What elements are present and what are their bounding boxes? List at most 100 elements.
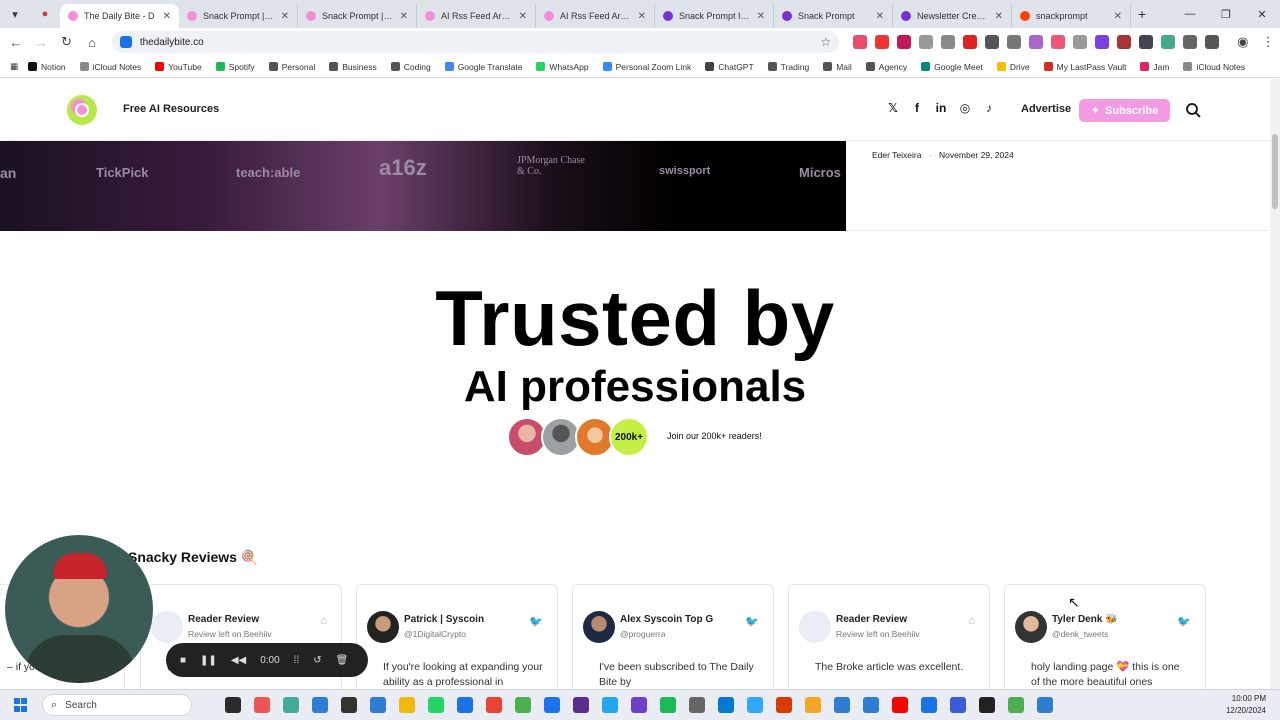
taskbar-app-icon[interactable] xyxy=(601,697,618,713)
windows-start-icon[interactable] xyxy=(14,698,28,712)
review-card[interactable]: Tyler Denk 🐝 @denk_tweets 🐦 holy landing pa… xyxy=(1004,584,1206,689)
browser-tab[interactable]: Newsletter Creation ✕ xyxy=(893,4,1012,28)
taskbar-app-icon[interactable] xyxy=(920,697,937,713)
taskbar-app-icon[interactable] xyxy=(282,697,299,713)
taskbar-search[interactable]: ⌕ Search xyxy=(42,694,192,716)
site-info-icon[interactable] xyxy=(119,36,132,48)
extension-icon[interactable] xyxy=(1073,35,1088,49)
bookmark-item[interactable]: My LastPass Vault xyxy=(1043,62,1126,72)
taskbar-app-icon[interactable] xyxy=(253,697,270,713)
back-icon[interactable]: ← xyxy=(4,30,27,54)
taskbar-app-icon[interactable] xyxy=(688,697,705,713)
browser-tab[interactable]: Snack Prompt | Disc ✕ xyxy=(179,4,298,28)
grip-icon[interactable]: ⁞⁞ xyxy=(294,655,300,666)
address-bar[interactable]: thedailybite.co ☆ xyxy=(111,31,840,53)
stop-icon[interactable]: ■ xyxy=(180,655,186,666)
extension-icon[interactable] xyxy=(1029,35,1044,49)
tab-close-icon[interactable]: ✕ xyxy=(1114,11,1122,22)
tab-close-icon[interactable]: ✕ xyxy=(638,11,646,22)
taskbar-app-icon[interactable] xyxy=(340,697,357,713)
tiktok-icon[interactable]: ♪ xyxy=(977,101,1001,115)
taskbar-app-icon[interactable] xyxy=(427,697,444,713)
bookmark-item[interactable]: iCloud Notes xyxy=(1183,62,1245,72)
pause-icon[interactable]: ❚❚ xyxy=(200,655,217,666)
system-tray-clock[interactable]: 10:00 PM 12/20/2024 xyxy=(1226,693,1266,717)
extension-icon[interactable] xyxy=(1205,35,1220,49)
subscribe-button[interactable]: ✦ Subscribe xyxy=(1079,99,1170,122)
bookmark-item[interactable]: ChatGPT xyxy=(705,62,754,72)
tab-search-button[interactable]: ▾ xyxy=(4,3,26,25)
taskbar-app-icon[interactable] xyxy=(978,697,995,713)
taskbar-app-icon[interactable] xyxy=(775,697,792,713)
taskbar-app-icon[interactable] xyxy=(746,697,763,713)
menu-icon[interactable]: ⋮ xyxy=(1257,30,1280,54)
minimize-icon[interactable]: — xyxy=(1172,0,1208,28)
taskbar-app-icon[interactable] xyxy=(659,697,676,713)
linkedin-icon[interactable]: in xyxy=(929,101,953,115)
bookmark-item[interactable]: Google Meet xyxy=(921,62,983,72)
taskbar-app-icon[interactable] xyxy=(456,697,473,713)
close-window-icon[interactable]: ✕ xyxy=(1244,0,1280,28)
extension-icon[interactable] xyxy=(1183,35,1198,49)
review-card[interactable]: Alex Syscoin Top G @proguerra 🐦 I've been s… xyxy=(572,584,774,689)
instagram-icon[interactable]: ◎ xyxy=(953,101,977,115)
extension-icon[interactable] xyxy=(1117,35,1132,49)
bookmark-item[interactable]: Spotify xyxy=(215,62,255,72)
taskbar-app-icon[interactable] xyxy=(514,697,531,713)
nav-free-ai-resources[interactable]: Free AI Resources xyxy=(123,103,219,115)
extension-icon[interactable] xyxy=(1095,35,1110,49)
taskbar-app-icon[interactable] xyxy=(630,697,647,713)
search-icon[interactable] xyxy=(1185,102,1201,118)
bookmark-item[interactable]: Agency xyxy=(865,62,907,72)
taskbar-app-icon[interactable] xyxy=(543,697,560,713)
extension-icon[interactable] xyxy=(985,35,1000,49)
taskbar-app-icon[interactable] xyxy=(1036,697,1053,713)
taskbar-app-icon[interactable] xyxy=(485,697,502,713)
tab-close-icon[interactable]: ✕ xyxy=(757,11,765,22)
browser-tab[interactable]: Snack Prompt Integ ✕ xyxy=(655,4,774,28)
bookmark-item[interactable]: WhatsApp xyxy=(536,62,589,72)
extension-icon[interactable] xyxy=(897,35,912,49)
article-author[interactable]: Eder Teixeira xyxy=(872,150,921,160)
tab-close-icon[interactable]: ✕ xyxy=(400,11,408,22)
taskbar-app-icon[interactable] xyxy=(572,697,589,713)
taskbar-app-icon[interactable] xyxy=(398,697,415,713)
taskbar-app-icon[interactable] xyxy=(717,697,734,713)
home-icon[interactable]: ⌂ xyxy=(80,30,103,54)
bookmark-item[interactable]: Jam xyxy=(1140,62,1169,72)
taskbar-app-icon[interactable] xyxy=(833,697,850,713)
maximize-icon[interactable]: ❐ xyxy=(1208,0,1244,28)
bookmark-item[interactable]: Coding xyxy=(390,62,431,72)
browser-tab[interactable]: The Daily Bite - D ✕ xyxy=(60,4,179,28)
extension-icon[interactable] xyxy=(1007,35,1022,49)
bookmark-item[interactable]: Personal Zoom Link xyxy=(602,62,691,72)
extension-icon[interactable] xyxy=(963,35,978,49)
extension-icon[interactable] xyxy=(1051,35,1066,49)
reload-icon[interactable]: ↻ xyxy=(55,30,78,54)
bookmark-item[interactable]: Personal xyxy=(268,62,315,72)
tab-close-icon[interactable]: ✕ xyxy=(876,11,884,22)
apps-grid-icon[interactable]: ▦ xyxy=(10,61,18,72)
bookmark-item[interactable]: YouTube xyxy=(155,62,202,72)
bookmark-item[interactable]: Trading xyxy=(767,62,809,72)
bookmark-item[interactable]: Google Translate xyxy=(444,62,522,72)
bookmark-item[interactable]: Mail xyxy=(823,62,852,72)
extension-icon[interactable] xyxy=(1161,35,1176,49)
facebook-icon[interactable]: f xyxy=(905,101,929,115)
taskbar-app-icon[interactable] xyxy=(862,697,879,713)
new-tab-button[interactable]: + xyxy=(1131,6,1153,22)
x-icon[interactable]: 𝕏 xyxy=(881,101,905,115)
bookmark-item[interactable]: iCloud Notes xyxy=(79,62,141,72)
browser-tab[interactable]: AI Rss Feed Article P ✕ xyxy=(536,4,655,28)
tab-close-icon[interactable]: ✕ xyxy=(163,11,171,22)
taskbar-app-icon[interactable] xyxy=(891,697,908,713)
bookmark-item[interactable]: Drive xyxy=(996,62,1030,72)
bookmark-star-icon[interactable]: ☆ xyxy=(820,35,831,49)
extension-icon[interactable] xyxy=(941,35,956,49)
page-scrollbar[interactable] xyxy=(1270,79,1280,689)
scrollbar-thumb[interactable] xyxy=(1272,134,1278,209)
advertise-link[interactable]: Advertise xyxy=(1021,103,1071,115)
taskbar-app-icon[interactable] xyxy=(949,697,966,713)
taskbar-app-icon[interactable] xyxy=(804,697,821,713)
browser-tab[interactable]: Snack Prompt | Disc ✕ xyxy=(298,4,417,28)
